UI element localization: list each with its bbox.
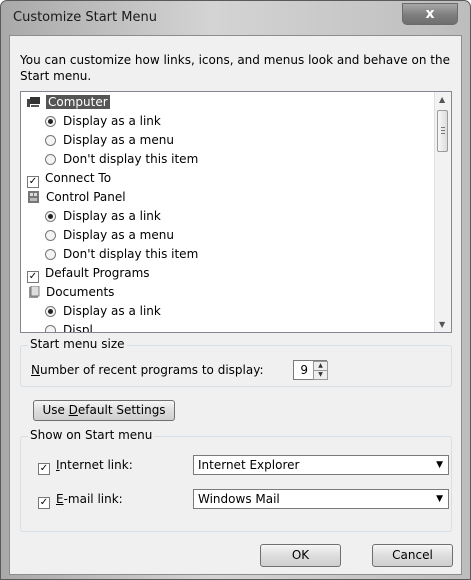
radio-control-panel-menu[interactable]: Display as a menu <box>45 226 174 244</box>
list-item-documents[interactable]: Documents <box>27 283 114 301</box>
radio-documents-menu[interactable]: Displ... <box>45 321 105 333</box>
close-button[interactable]: x <box>402 3 458 25</box>
radio-label: Display as a menu <box>63 228 174 242</box>
start-menu-size-label: Start menu size <box>28 337 127 351</box>
radio-label: Don't display this item <box>63 247 199 261</box>
list-scrollbar[interactable]: ▲ ▼ <box>434 92 451 332</box>
show-on-start-menu-label: Show on Start menu <box>28 428 155 442</box>
checkbox[interactable]: ✓ <box>38 497 50 509</box>
radio-documents-link[interactable]: Display as a link <box>45 302 161 320</box>
checkbox[interactable]: ✓ <box>27 176 39 188</box>
radio-computer-link[interactable]: Display as a link <box>45 112 161 130</box>
email-link-checkbox[interactable]: ✓ E-mail link: <box>38 490 123 509</box>
list-item-label: Default Programs <box>45 266 150 280</box>
internet-link-dropdown[interactable]: Internet Explorer ▼ <box>193 455 449 475</box>
radio-control-panel-link[interactable]: Display as a link <box>45 207 161 225</box>
list-item-control-panel[interactable]: Control Panel <box>27 188 126 206</box>
recent-programs-spinner[interactable]: 9 ▲ ▼ <box>293 360 343 380</box>
radio-button[interactable] <box>45 249 56 260</box>
window-title: Customize Start Menu <box>13 10 157 25</box>
scroll-down-arrow-icon[interactable]: ▼ <box>439 320 445 329</box>
radio-control-panel-hide[interactable]: Don't display this item <box>45 245 198 263</box>
list-item-label: Documents <box>46 285 115 299</box>
scroll-thumb[interactable] <box>437 110 448 152</box>
checkbox[interactable]: ✓ <box>38 463 50 475</box>
spin-down-icon[interactable]: ▼ <box>313 370 328 380</box>
close-icon: x <box>425 6 435 22</box>
dialog-body: You can customize how links, icons, and … <box>9 35 462 575</box>
computer-icon <box>27 97 40 107</box>
radio-label: Displ... <box>63 323 105 333</box>
list-item-connect-to[interactable]: ✓ Connect To <box>27 169 112 188</box>
radio-button[interactable] <box>45 154 56 165</box>
chevron-down-icon[interactable]: ▼ <box>436 490 443 508</box>
title-bar: Customize Start Menu x <box>1 1 470 35</box>
description-text: You can customize how links, icons, and … <box>20 53 450 83</box>
radio-button[interactable] <box>45 230 56 241</box>
cancel-button[interactable]: Cancel <box>372 544 453 567</box>
radio-button[interactable] <box>45 325 56 332</box>
radio-label: Display as a link <box>63 304 161 318</box>
start-menu-items-list[interactable]: Computer Display as a link Display as a … <box>20 91 452 333</box>
ok-button[interactable]: OK <box>260 544 341 567</box>
radio-label: Display as a menu <box>63 133 174 147</box>
radio-button[interactable] <box>45 211 56 222</box>
show-on-start-menu-group <box>20 436 452 532</box>
radio-label: Don't display this item <box>63 152 199 166</box>
radio-label: Display as a link <box>63 209 161 223</box>
radio-label: Display as a link <box>63 114 161 128</box>
customize-start-menu-dialog: Customize Start Menu x You can customize… <box>0 0 471 580</box>
scroll-up-arrow-icon[interactable]: ▲ <box>439 95 445 104</box>
dropdown-value: Internet Explorer <box>198 458 300 472</box>
dropdown-value: Windows Mail <box>198 492 280 506</box>
chevron-down-icon[interactable]: ▼ <box>436 456 443 474</box>
control-panel-icon <box>28 191 39 203</box>
radio-computer-menu[interactable]: Display as a menu <box>45 131 174 149</box>
list-item-label: Connect To <box>45 171 112 185</box>
documents-icon <box>29 286 40 298</box>
radio-button[interactable] <box>45 116 56 127</box>
list-item-default-programs[interactable]: ✓ Default Programs <box>27 264 150 283</box>
checkbox[interactable]: ✓ <box>27 271 39 283</box>
radio-button[interactable] <box>45 306 56 317</box>
list-item-label: Control Panel <box>46 190 126 204</box>
recent-programs-label: Number of recent programs to display: <box>31 363 264 377</box>
list-item-computer[interactable]: Computer <box>27 93 110 111</box>
radio-button[interactable] <box>45 135 56 146</box>
use-default-settings-button[interactable]: Use Default Settings <box>33 400 175 421</box>
list-item-label: Computer <box>46 95 110 109</box>
internet-link-checkbox[interactable]: ✓ Internet link: <box>38 456 133 475</box>
email-link-dropdown[interactable]: Windows Mail ▼ <box>193 489 449 509</box>
radio-computer-hide[interactable]: Don't display this item <box>45 150 198 168</box>
